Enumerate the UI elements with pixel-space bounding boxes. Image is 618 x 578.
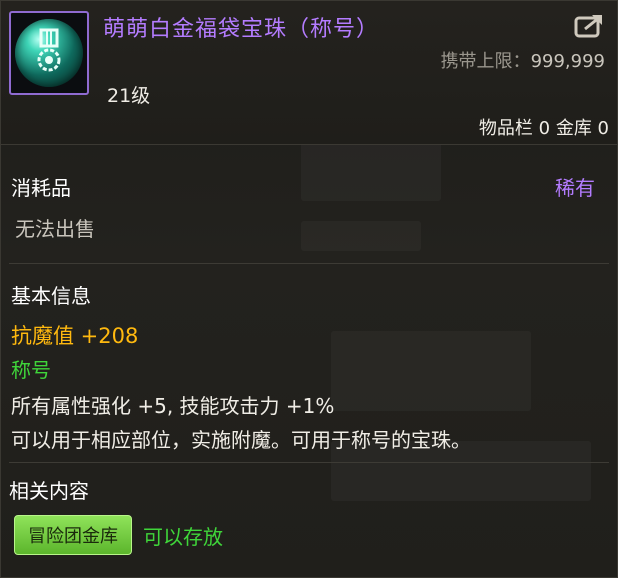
emerald-orb-medal-icon [15, 19, 83, 87]
item-rarity: 稀有 [555, 176, 595, 200]
basic-info-title: 基本信息 [11, 284, 91, 308]
stat-line: 所有属性强化 +5, 技能攻击力 +1% [11, 394, 335, 418]
item-name: 萌萌白金福袋宝珠（称号） [103, 17, 380, 42]
carry-limit-value: 999,999 [530, 51, 605, 72]
storage-count: 物品栏 0 金库 0 [478, 118, 609, 139]
title-tag: 称号 [11, 358, 51, 382]
adventure-vault-button[interactable]: 冒险团金库 [14, 515, 132, 555]
magic-resist-stat: 抗魔值 +208 [11, 324, 139, 348]
divider [9, 462, 609, 463]
share-arrow-icon[interactable] [573, 11, 607, 39]
background-panel [331, 331, 531, 411]
divider [9, 263, 609, 264]
carry-limit: 携带上限：999,999 [441, 47, 605, 73]
related-title: 相关内容 [9, 479, 89, 503]
item-type: 消耗品 [11, 176, 71, 200]
tooltip-header: 萌萌白金福袋宝珠（称号） 携带上限：999,999 21级 物品栏 0 金库 0 [1, 1, 617, 145]
vault-status: 可以存放 [143, 525, 223, 549]
background-panel [301, 221, 421, 251]
item-level: 21级 [107, 85, 151, 107]
stat-line: 可以用于相应部位，实施附魔。可用于称号的宝珠。 [11, 428, 471, 452]
item-tooltip: 萌萌白金福袋宝珠（称号） 携带上限：999,999 21级 物品栏 0 金库 0… [0, 0, 618, 578]
sell-status: 无法出售 [15, 217, 95, 241]
carry-limit-label: 携带上限： [440, 51, 531, 72]
item-icon-frame [9, 11, 89, 95]
